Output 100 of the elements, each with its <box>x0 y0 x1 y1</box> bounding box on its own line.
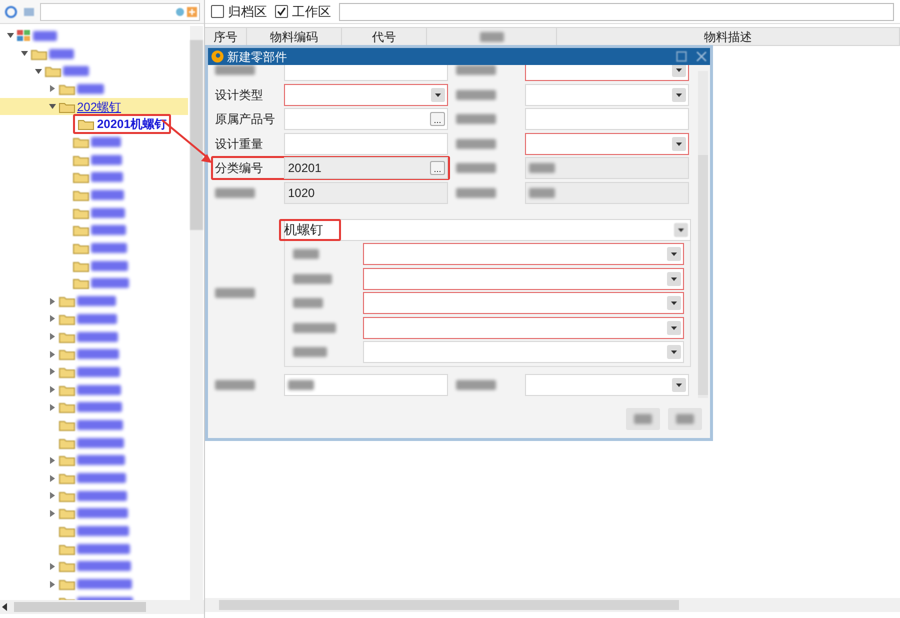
collapsed-icon[interactable] <box>48 350 57 359</box>
blurred-text <box>77 402 122 412</box>
dropdown-icon[interactable] <box>672 65 686 78</box>
expanded-icon[interactable] <box>6 31 15 40</box>
blurred-text <box>77 544 130 554</box>
text-field[interactable] <box>525 182 689 204</box>
folder-icon <box>59 525 75 538</box>
scrollbar-thumb[interactable] <box>219 600 679 610</box>
expanded-icon[interactable] <box>34 66 43 76</box>
text-field[interactable] <box>284 65 448 82</box>
collapsed-icon[interactable] <box>48 562 57 571</box>
highlight-frame: 机螺钉 <box>279 219 341 241</box>
dropdown-field[interactable] <box>363 268 684 290</box>
text-field[interactable] <box>525 108 689 130</box>
dropdown-field[interactable] <box>525 132 689 155</box>
text-field[interactable] <box>284 374 448 396</box>
picker-field[interactable]: ... <box>284 108 448 130</box>
dropdown-icon[interactable] <box>667 247 681 262</box>
collapsed-icon[interactable] <box>48 402 57 412</box>
picker-field[interactable]: 20201 ... <box>284 157 448 180</box>
checkbox[interactable] <box>211 5 224 18</box>
scrollbar-thumb[interactable] <box>698 155 708 395</box>
dropdown-icon[interactable] <box>667 272 681 286</box>
folder-icon <box>59 490 75 502</box>
text-field[interactable]: 1020 <box>284 182 448 204</box>
collapsed-icon[interactable] <box>48 508 57 518</box>
collapsed-icon[interactable] <box>48 296 57 306</box>
collapsed-icon[interactable] <box>48 580 57 589</box>
collapsed-icon[interactable] <box>48 456 57 465</box>
scrollbar-thumb[interactable] <box>14 602 146 612</box>
browse-button[interactable]: ... <box>430 161 445 176</box>
collapsed-icon[interactable] <box>48 474 57 483</box>
folder-icon <box>73 189 89 202</box>
checked-checkbox[interactable] <box>275 5 288 18</box>
blurred-text <box>91 278 129 288</box>
blurred-text <box>215 188 255 198</box>
blurred-text <box>91 172 123 182</box>
blurred-text <box>91 260 128 271</box>
folder-icon <box>73 242 89 254</box>
dropdown-field[interactable] <box>363 316 684 339</box>
collapsed-icon[interactable] <box>48 367 57 376</box>
dropdown-field[interactable] <box>284 84 448 106</box>
blurred-text <box>293 274 332 284</box>
folder-icon <box>73 206 89 219</box>
text-field[interactable] <box>525 157 689 180</box>
dropdown-field[interactable] <box>363 292 684 314</box>
close-icon[interactable] <box>696 51 707 62</box>
folder-icon <box>59 507 75 520</box>
folder-icon <box>59 100 75 113</box>
scroll-left-icon[interactable] <box>0 602 10 612</box>
browse-button[interactable]: ... <box>430 112 445 126</box>
blurred-text <box>91 243 127 254</box>
dropdown-icon[interactable] <box>674 223 688 237</box>
dropdown-icon[interactable] <box>672 136 686 151</box>
tree-item-label[interactable]: 202螺钉 <box>77 98 122 116</box>
blurred-text <box>77 455 125 466</box>
collapsed-icon[interactable] <box>48 332 57 342</box>
collapsed-icon[interactable] <box>48 491 57 500</box>
expanded-icon[interactable] <box>48 102 57 112</box>
blurred-text <box>215 65 255 76</box>
refresh-icon[interactable] <box>4 4 18 18</box>
folder-icon <box>59 542 75 555</box>
checkbox-label[interactable]: 归档区 <box>228 2 267 22</box>
blurred-text <box>77 366 120 377</box>
blurred-text <box>77 332 118 342</box>
dropdown-field[interactable] <box>525 65 689 82</box>
dropdown-icon[interactable] <box>431 88 445 102</box>
folder-icon <box>59 401 75 414</box>
field-label: 设计重量 <box>215 136 264 153</box>
blurred-text <box>77 508 128 518</box>
dropdown-icon[interactable] <box>667 345 681 360</box>
blurred-text <box>91 208 125 218</box>
collapsed-icon[interactable] <box>48 385 57 394</box>
blurred-text <box>456 163 496 174</box>
blurred-text <box>77 84 104 94</box>
text-field[interactable] <box>284 132 448 155</box>
dropdown-field[interactable] <box>363 243 684 266</box>
blurred-text <box>529 163 555 174</box>
blurred-text <box>91 154 122 165</box>
blurred-text <box>77 473 126 484</box>
folder-icon <box>59 384 75 396</box>
blurred-text <box>293 249 319 260</box>
collapsed-icon[interactable] <box>48 314 57 324</box>
dropdown-icon[interactable] <box>672 88 686 102</box>
dropdown-icon[interactable] <box>667 320 681 335</box>
folder-icon <box>73 171 89 184</box>
selected-row[interactable]: 202螺钉 <box>0 98 188 116</box>
field-label: 分类编号 <box>215 160 264 178</box>
dropdown-icon[interactable] <box>667 296 681 310</box>
folder-icon <box>31 48 47 60</box>
dropdown-icon[interactable] <box>672 378 686 392</box>
expanded-icon[interactable] <box>20 49 29 58</box>
folder-icon <box>59 366 75 378</box>
blurred-text <box>77 438 124 448</box>
checkbox-label[interactable]: 工作区 <box>292 2 331 22</box>
blurred-text <box>49 48 74 59</box>
filter-field[interactable] <box>339 2 894 20</box>
scrollbar-thumb[interactable] <box>190 40 203 230</box>
collapsed-icon[interactable] <box>48 84 57 94</box>
blurred-text <box>91 225 126 236</box>
